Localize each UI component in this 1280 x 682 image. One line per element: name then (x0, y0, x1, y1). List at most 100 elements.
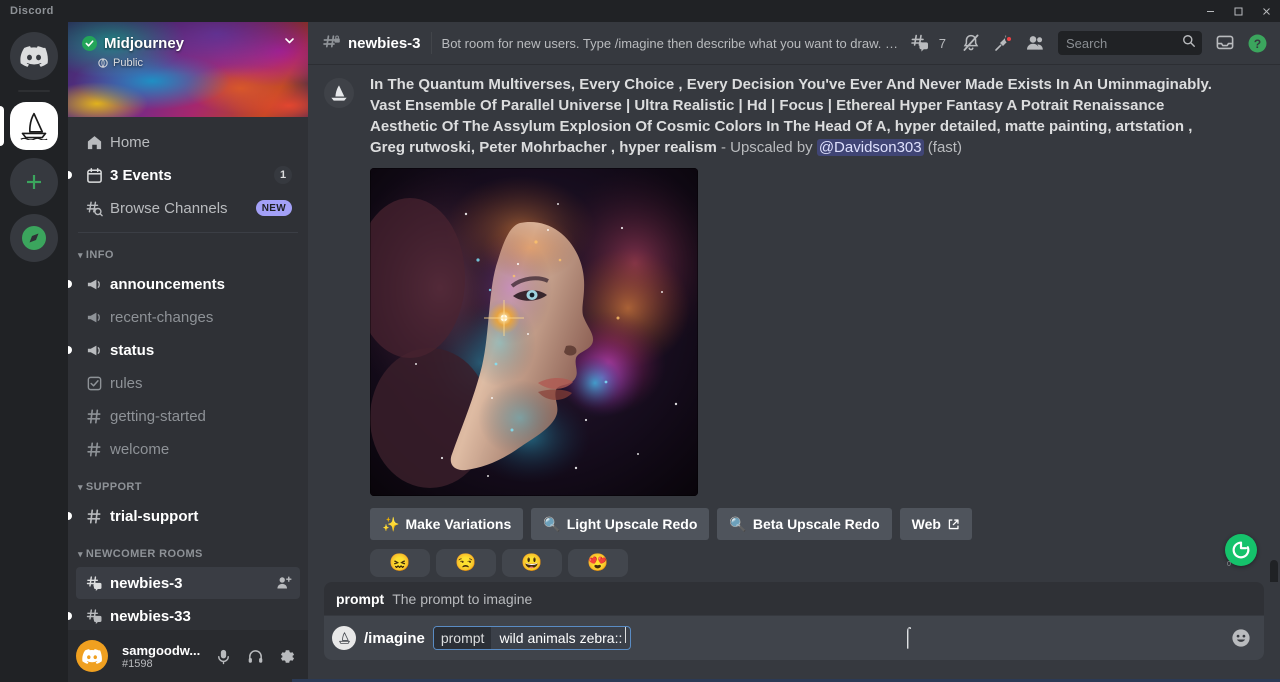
reaction-confounded-face[interactable]: 😖 (370, 549, 430, 577)
channel-topic[interactable]: Bot room for new users. Type /imagine th… (442, 36, 902, 51)
light-upscale-redo-button[interactable]: 🔍 Light Upscale Redo (531, 508, 709, 540)
sparkles-icon: ✨ (382, 516, 399, 533)
make-variations-label: Make Variations (405, 516, 511, 532)
browse-channels-new-badge: NEW (256, 200, 292, 216)
chevron-down-icon[interactable] (283, 34, 296, 52)
slash-command-hint: prompt The prompt to imagine (324, 582, 1264, 616)
pin-alert-dot (1005, 35, 1013, 43)
grammarly-count: 0 (1227, 561, 1231, 568)
sidebar-item-newbies-33[interactable]: newbies-33 (76, 600, 300, 630)
sidebar-item-newbies-3[interactable]: newbies-3 (76, 567, 300, 599)
message-list[interactable]: In The Quantum Multiverses, Every Choice… (308, 64, 1280, 582)
hash-thread-icon (84, 573, 104, 593)
sidebar-item-welcome[interactable]: welcome (76, 433, 300, 465)
threads-icon[interactable] (905, 28, 935, 58)
sidebar-item-recent-changes[interactable]: recent-changes (76, 301, 300, 333)
app-title: Discord (10, 5, 54, 17)
category-newcomer-rooms[interactable]: ▾ NEWCOMER ROOMS (68, 542, 308, 566)
explore-servers-button[interactable] (10, 214, 58, 262)
message-composer[interactable]: /imagine prompt wild animals zebra:: ⌠ (324, 616, 1264, 660)
headphones-icon[interactable] (242, 643, 268, 669)
sidebar-item-announcements-label: announcements (110, 276, 225, 293)
smiley-icon (1230, 627, 1252, 649)
category-info[interactable]: ▾ INFO (68, 243, 308, 267)
sidebar-item-announcements[interactable]: announcements (76, 268, 300, 300)
help-icon[interactable]: ? (1242, 28, 1272, 58)
announcement-icon (84, 307, 104, 327)
emoji-picker-button[interactable] (1228, 625, 1254, 651)
gear-icon[interactable] (274, 643, 300, 669)
server-privacy-label: Public (113, 57, 143, 69)
members-icon[interactable] (1020, 28, 1050, 58)
grammarly-button[interactable]: 0 (1225, 534, 1257, 566)
globe-icon (98, 58, 108, 68)
sidebar-item-trial-support[interactable]: trial-support (76, 500, 300, 532)
sidebar-item-events[interactable]: 3 Events 1 (76, 159, 300, 191)
avatar[interactable] (76, 640, 108, 672)
argument-value[interactable]: wild animals zebra:: (491, 627, 624, 649)
sidebar-item-getting-started-label: getting-started (110, 408, 206, 425)
mouse-text-cursor: ⌠ (902, 627, 913, 649)
close-button[interactable] (1252, 0, 1280, 22)
category-support-label: SUPPORT (86, 481, 142, 493)
hash-icon (84, 406, 104, 426)
reaction-unamused-face[interactable]: 😒 (436, 549, 496, 577)
notification-muted-icon[interactable] (956, 28, 986, 58)
search-icon (1182, 34, 1196, 53)
midjourney-sailboat-icon (327, 83, 351, 103)
title-bar: Discord (0, 0, 1280, 22)
sidebar-item-getting-started[interactable]: getting-started (76, 400, 300, 432)
sidebar-item-status[interactable]: status (76, 334, 300, 366)
rail-divider (18, 90, 50, 92)
generated-image[interactable] (370, 168, 698, 496)
prompt-argument-pill[interactable]: prompt wild animals zebra:: (433, 626, 632, 650)
user-mention[interactable]: @Davidson303 (817, 139, 924, 156)
beta-upscale-redo-button[interactable]: 🔍 Beta Upscale Redo (717, 508, 891, 540)
server-header[interactable]: Midjourney (68, 34, 308, 52)
server-banner[interactable]: Midjourney Public (68, 22, 308, 117)
plus-icon (23, 171, 45, 193)
sidebar-divider (78, 232, 298, 233)
add-member-icon[interactable] (276, 575, 292, 591)
user-info[interactable]: samgoodw... #1598 (122, 643, 204, 670)
inbox-icon[interactable] (1210, 28, 1240, 58)
reaction-grinning-face[interactable]: 😃 (502, 549, 562, 577)
refresh-circle-icon (1230, 539, 1252, 561)
category-support[interactable]: ▾ SUPPORT (68, 475, 308, 499)
message-scrollbar[interactable] (1270, 70, 1278, 576)
microphone-icon[interactable] (210, 643, 236, 669)
maximize-button[interactable] (1224, 0, 1252, 22)
message-action-buttons: ✨ Make Variations 🔍 Light Upscale Redo 🔍… (370, 508, 1216, 540)
pin-icon[interactable] (988, 28, 1018, 58)
search-input[interactable]: Search (1058, 31, 1202, 55)
user-tag: #1598 (122, 658, 204, 670)
sidebar-item-browse-channels-label: Browse Channels (110, 200, 228, 217)
rules-icon (84, 373, 104, 393)
make-variations-button[interactable]: ✨ Make Variations (370, 508, 523, 540)
composer-area: 0 prompt The prompt to imagine /imagine … (308, 582, 1280, 682)
avatar[interactable] (324, 78, 354, 108)
sidebar-item-rules[interactable]: rules (76, 367, 300, 399)
scrollbar-thumb[interactable] (1270, 560, 1278, 582)
channel-list[interactable]: Home 3 Events 1 (68, 117, 308, 630)
discord-home-button[interactable] (10, 32, 58, 80)
window-controls (1196, 0, 1280, 22)
reaction-emoji: 😖 (389, 553, 410, 573)
web-button[interactable]: Web (900, 508, 972, 540)
add-server-button[interactable] (10, 158, 58, 206)
server-icon-midjourney[interactable] (10, 102, 58, 150)
reaction-emoji: 😒 (455, 553, 476, 573)
message-reactions: 😖 😒 😃 😍 (370, 549, 1216, 577)
category-newcomer-rooms-label: NEWCOMER ROOMS (86, 548, 203, 560)
unread-indicator (68, 280, 72, 288)
reaction-heart-eyes-face[interactable]: 😍 (568, 549, 628, 577)
sidebar-item-home[interactable]: Home (76, 126, 300, 158)
verified-badge-icon (82, 36, 97, 51)
cosmic-portrait-artwork (370, 168, 698, 496)
sidebar-item-browse-channels[interactable]: Browse Channels NEW (76, 192, 300, 224)
sidebar-item-status-label: status (110, 342, 154, 359)
app-shell: Midjourney Public Home (0, 22, 1280, 682)
chevron-down-icon: ▾ (78, 549, 83, 560)
message-item: In The Quantum Multiverses, Every Choice… (308, 72, 1264, 577)
minimize-button[interactable] (1196, 0, 1224, 22)
